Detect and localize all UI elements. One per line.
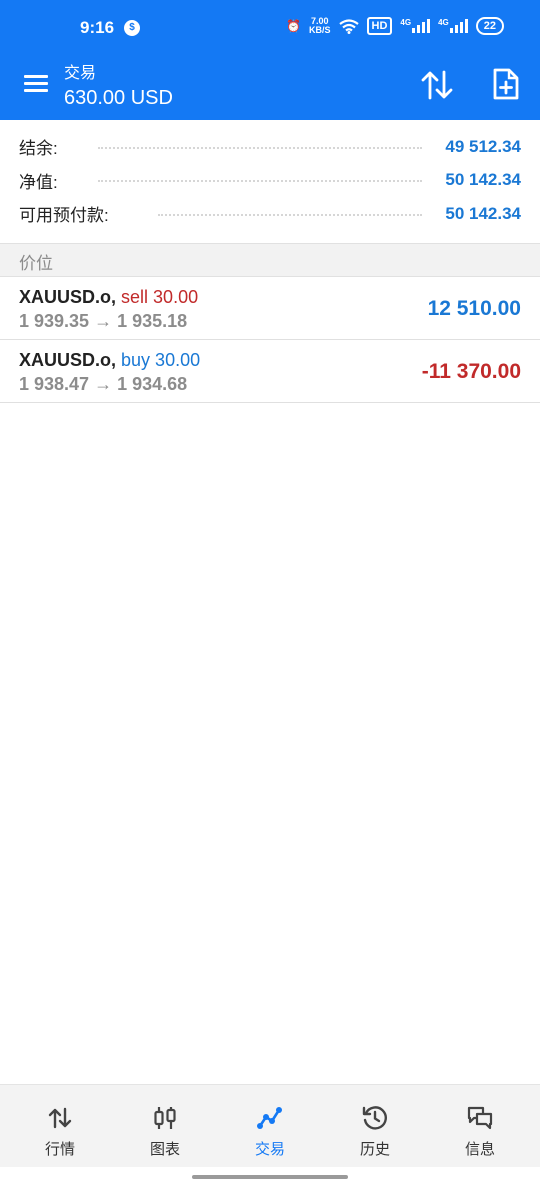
position-side: buy 30.00	[121, 350, 201, 370]
net-type-2: 4G	[438, 18, 449, 27]
app-notification-icon: $	[124, 20, 140, 36]
position-side: sell 30.00	[121, 287, 199, 307]
nav-history[interactable]: 历史	[323, 1085, 427, 1167]
dotted-leader	[158, 213, 422, 216]
app-bar: 交易 630.00 USD	[0, 56, 540, 120]
position-symbol: XAUUSD.o,	[19, 350, 117, 370]
balance-value: 49 512.34	[445, 136, 521, 156]
nav-label: 历史	[359, 1141, 390, 1158]
signal-1: 4G	[400, 18, 431, 33]
status-bar: 9:16 $ ⏰ 7.00 KB/S HD 4G 4G 22	[0, 0, 540, 56]
top-bar: 9:16 $ ⏰ 7.00 KB/S HD 4G 4G 22 交易 630.00…	[0, 0, 540, 120]
hd-badge: HD	[366, 17, 393, 35]
section-title: 价位	[19, 254, 53, 273]
messages-icon	[467, 1106, 493, 1130]
position-symbol: XAUUSD.o,	[19, 287, 117, 307]
nav-label: 图表	[149, 1141, 180, 1158]
battery-icon: 22	[475, 17, 504, 35]
account-summary: 结余: 49 512.34 净值: 50 142.34 可用预付款: 50 14…	[0, 130, 540, 231]
menu-icon[interactable]	[24, 71, 50, 97]
page-title: 交易	[64, 65, 97, 82]
home-indicator[interactable]	[192, 1175, 348, 1179]
wifi-icon	[338, 18, 359, 34]
dotted-leader	[98, 146, 422, 149]
free-margin-row: 可用预付款: 50 142.34	[0, 197, 540, 231]
network-speed: 7.00 KB/S	[309, 17, 331, 35]
free-margin-value: 50 142.34	[445, 203, 521, 223]
position-prices: 1 938.47 → 1 934.68	[19, 374, 188, 394]
position-prices: 1 939.35 → 1 935.18	[19, 311, 188, 331]
signal-2: 4G	[438, 19, 468, 33]
balance-row: 结余: 49 512.34	[0, 130, 540, 164]
status-icons: ⏰ 7.00 KB/S HD 4G 4G 22	[286, 17, 504, 35]
dotted-leader	[98, 180, 422, 183]
balance-label: 结余:	[19, 139, 58, 159]
trade-icon	[257, 1107, 282, 1129]
nav-messages[interactable]: 信息	[428, 1085, 532, 1167]
speed-unit: KB/S	[309, 25, 331, 35]
account-balance-currency: 630.00 USD	[64, 87, 173, 109]
free-margin-label: 可用预付款:	[19, 206, 109, 226]
position-title: XAUUSD.o, sell 30.00	[19, 287, 198, 308]
nav-label: 交易	[254, 1141, 285, 1158]
chart-icon	[154, 1107, 176, 1129]
new-order-icon[interactable]	[490, 67, 522, 101]
position-row[interactable]: XAUUSD.o, buy 30.00 1 938.47 → 1 934.68 …	[0, 340, 540, 403]
section-header: 价位	[0, 243, 540, 277]
equity-row: 净值: 50 142.34	[0, 164, 540, 198]
nav-label: 行情	[44, 1141, 75, 1158]
position-profit: -11 370.00	[421, 360, 521, 383]
sort-icon[interactable]	[420, 68, 454, 102]
equity-label: 净值:	[19, 172, 58, 192]
nav-quotes[interactable]: 行情	[8, 1085, 112, 1167]
net-type-1: 4G	[400, 18, 412, 27]
status-time: 9:16	[80, 18, 115, 37]
nav-chart[interactable]: 图表	[113, 1085, 217, 1167]
app-bar-titles: 交易 630.00 USD	[64, 59, 173, 110]
bottom-navigation: 行情 图表 交易 历史 信息	[0, 1084, 540, 1167]
nav-trade[interactable]: 交易	[218, 1085, 322, 1167]
nav-label: 信息	[464, 1141, 495, 1158]
history-icon	[362, 1106, 387, 1130]
quotes-icon	[48, 1107, 72, 1129]
position-row[interactable]: XAUUSD.o, sell 30.00 1 939.35 → 1 935.18…	[0, 277, 540, 340]
position-title: XAUUSD.o, buy 30.00	[19, 350, 200, 371]
equity-value: 50 142.34	[445, 170, 521, 190]
position-profit: 12 510.00	[427, 297, 521, 320]
alarm-icon: ⏰	[286, 19, 301, 33]
